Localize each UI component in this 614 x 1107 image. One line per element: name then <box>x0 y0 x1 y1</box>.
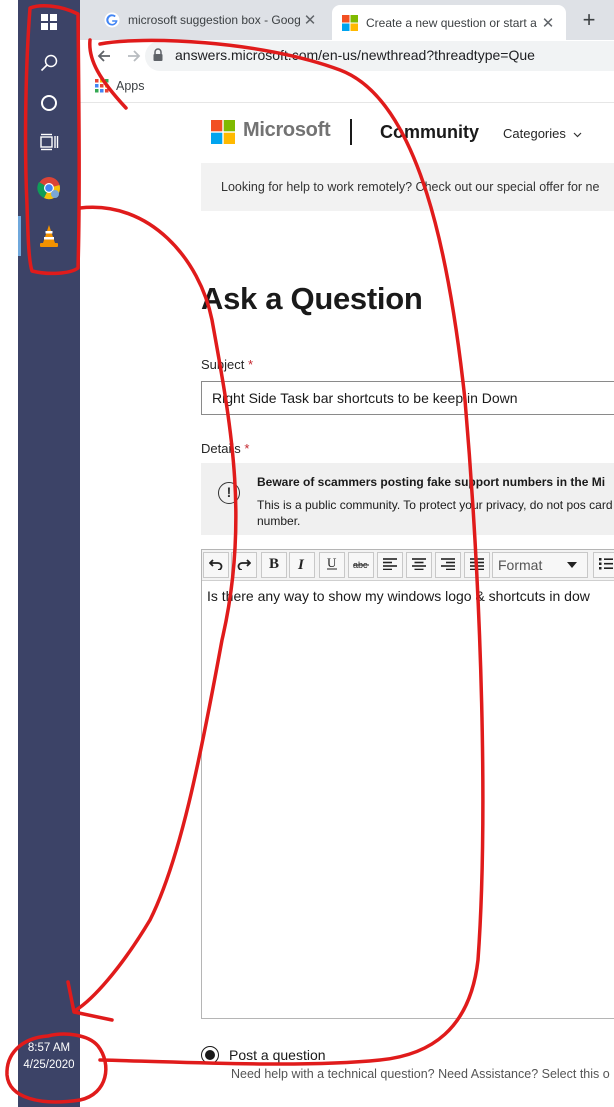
back-arrow-icon[interactable] <box>96 48 112 64</box>
svg-text:U: U <box>327 556 337 570</box>
chrome-taskbar-button[interactable] <box>18 170 80 206</box>
close-tab-icon[interactable]: ✕ <box>300 11 320 29</box>
details-label-text: Details <box>201 441 241 456</box>
new-tab-button[interactable]: + <box>574 5 604 35</box>
editor-body-text[interactable]: Is there any way to show my windows logo… <box>207 588 590 604</box>
radio-selected-dot <box>205 1050 215 1060</box>
justify-icon <box>470 558 484 571</box>
vlc-cone-icon <box>40 225 58 247</box>
bullet-list-icon <box>599 558 613 570</box>
tab-title: microsoft suggestion box - Goog <box>128 13 300 27</box>
italic-icon: I <box>297 557 305 573</box>
align-left-button[interactable] <box>377 552 403 578</box>
caret-down-icon <box>567 562 577 568</box>
tab-title: Create a new question or start a d <box>366 15 538 30</box>
promo-banner-text[interactable]: Looking for help to work remotely? Check… <box>221 180 599 194</box>
forward-arrow-icon[interactable] <box>126 48 142 64</box>
categories-label: Categories <box>503 126 566 141</box>
windows-logo-icon <box>41 14 57 30</box>
apps-label: Apps <box>116 79 145 93</box>
cortana-icon <box>41 95 57 111</box>
post-question-description: Need help with a technical question? Nee… <box>231 1067 610 1081</box>
taskbar-clock[interactable]: 8:57 AM 4/25/2020 <box>18 1040 80 1074</box>
tab-create-question[interactable]: Create a new question or start a d ✕ <box>332 5 566 40</box>
bold-button[interactable]: B <box>261 552 287 578</box>
details-editor[interactable] <box>201 549 614 1019</box>
align-right-icon <box>441 558 455 571</box>
svg-text:I: I <box>297 557 305 570</box>
redo-button[interactable] <box>231 552 257 578</box>
search-icon <box>40 54 58 72</box>
align-center-icon <box>412 558 426 571</box>
search-button[interactable] <box>18 45 80 81</box>
warning-body: This is a public community. To protect y… <box>257 498 613 528</box>
required-mark: * <box>248 357 254 372</box>
clock-time: 8:57 AM <box>27 1042 71 1054</box>
categories-menu[interactable]: Categories <box>503 126 582 141</box>
start-button[interactable] <box>18 4 80 40</box>
strikethrough-button[interactable]: abc <box>348 552 374 578</box>
close-tab-icon[interactable]: ✕ <box>538 14 558 32</box>
page-title: Ask a Question <box>201 281 423 316</box>
warning-title: Beware of scammers posting fake support … <box>257 475 606 489</box>
tab-google-search[interactable]: microsoft suggestion box - Goog ✕ <box>94 5 328 35</box>
undo-button[interactable] <box>203 552 229 578</box>
align-right-button[interactable] <box>435 552 461 578</box>
subject-label-text: Subject <box>201 357 245 372</box>
browser-tab-strip: microsoft suggestion box - Goog ✕ Create… <box>80 0 614 40</box>
undo-icon <box>208 559 223 571</box>
windows-taskbar <box>18 0 80 1107</box>
bullet-list-button[interactable] <box>593 552 614 578</box>
chrome-icon <box>37 177 60 200</box>
strikethrough-icon: abc <box>353 560 369 570</box>
task-view-button[interactable] <box>18 124 80 160</box>
bold-icon: B <box>269 556 279 572</box>
active-app-indicator <box>18 216 21 256</box>
align-center-button[interactable] <box>406 552 432 578</box>
task-view-icon <box>40 133 59 151</box>
required-mark: * <box>244 441 250 456</box>
redo-icon <box>237 559 252 571</box>
info-alert-icon: ! <box>218 482 240 504</box>
cortana-button[interactable] <box>18 85 80 121</box>
header-divider <box>350 119 352 145</box>
underline-icon: U <box>327 555 337 570</box>
underline-button[interactable]: U <box>319 552 345 578</box>
lock-icon <box>153 48 163 61</box>
justify-button[interactable] <box>464 552 490 578</box>
align-left-icon <box>383 558 397 571</box>
format-dropdown-label: Format <box>498 557 543 573</box>
chevron-down-icon <box>573 132 581 138</box>
community-link[interactable]: Community <box>380 122 479 143</box>
microsoft-favicon-icon <box>342 14 358 31</box>
details-label: Details * <box>201 441 249 456</box>
bookmarks-bar <box>80 74 614 103</box>
vlc-taskbar-button[interactable] <box>18 218 80 254</box>
url-text[interactable]: answers.microsoft.com/en-us/newthread?th… <box>175 47 535 63</box>
post-question-label[interactable]: Post a question <box>229 1047 326 1063</box>
clock-date: 4/25/2020 <box>23 1059 75 1071</box>
microsoft-logo-icon[interactable] <box>211 120 235 144</box>
microsoft-brand-text[interactable]: Microsoft <box>243 119 331 142</box>
apps-grid-icon <box>95 79 109 93</box>
subject-label: Subject * <box>201 357 253 372</box>
format-dropdown[interactable]: Format <box>492 552 588 578</box>
google-favicon-icon <box>104 12 120 28</box>
subject-input[interactable]: Right Side Task bar shortcuts to be keep… <box>201 381 614 415</box>
left-margin <box>0 0 18 1107</box>
bookmark-apps[interactable]: Apps <box>95 79 145 93</box>
italic-button[interactable]: I <box>289 552 315 578</box>
svg-text:B: B <box>269 556 279 569</box>
